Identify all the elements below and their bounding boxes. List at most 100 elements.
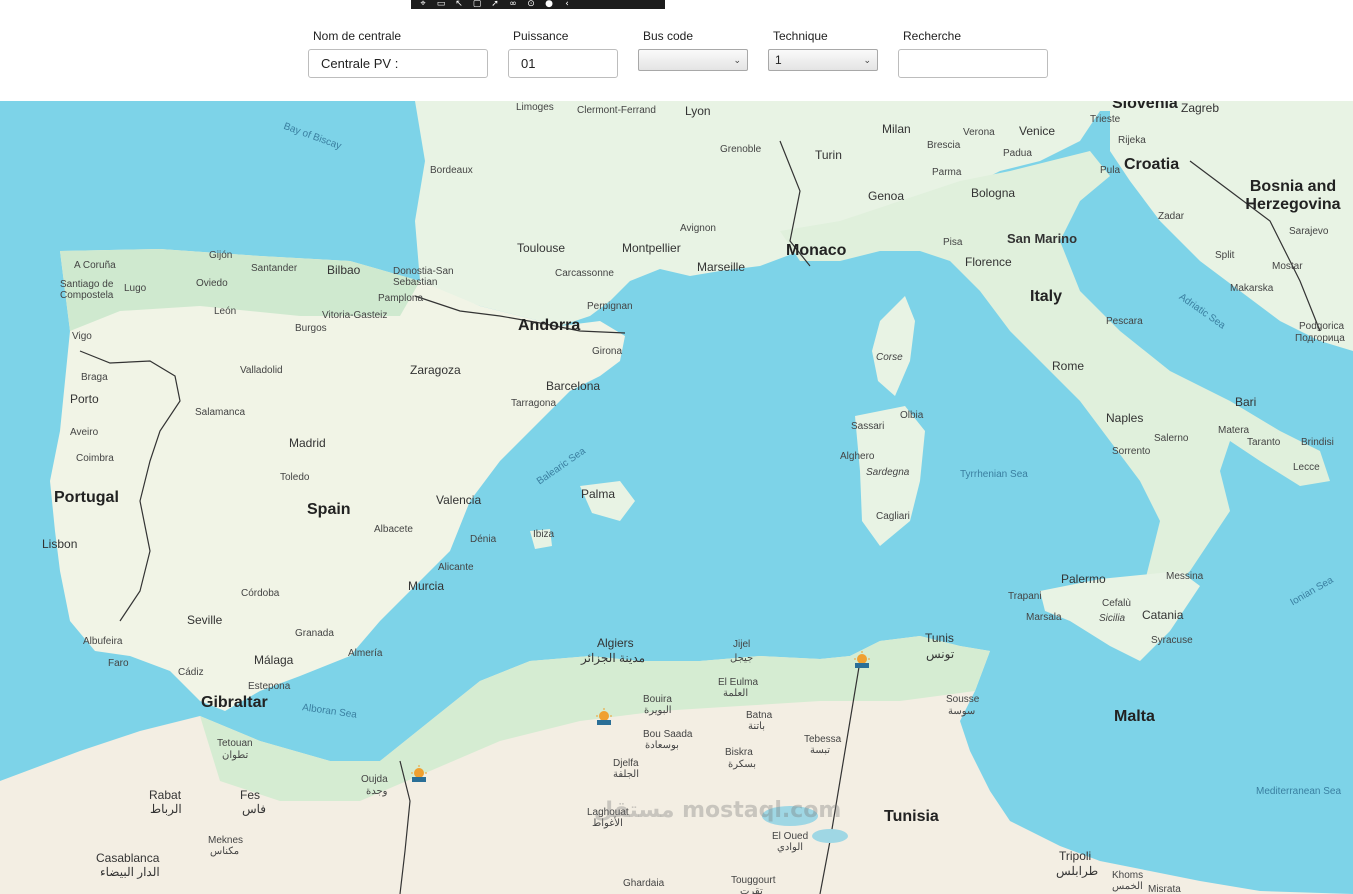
- city-label: Seville: [187, 613, 223, 627]
- city-label: Bou Saada: [643, 729, 693, 740]
- city-label: Vigo: [72, 331, 92, 342]
- city-label: Pamplona: [378, 293, 424, 304]
- city-label: Gijón: [209, 250, 233, 261]
- city-label: Palermo: [1061, 572, 1106, 586]
- city-label: سوسة: [948, 706, 976, 717]
- city-label: Fes: [240, 788, 261, 802]
- city-label: Sassari: [851, 421, 885, 432]
- city-label: Zagreb: [1181, 101, 1220, 115]
- city-label: Montpellier: [622, 241, 681, 255]
- city-label: Braga: [81, 372, 108, 383]
- city-label: Cagliari: [876, 511, 910, 522]
- city-label: جيجل: [730, 653, 754, 664]
- city-label: Albacete: [374, 524, 413, 535]
- city-label: Barcelona: [546, 379, 601, 393]
- city-label: البويرة: [644, 705, 672, 716]
- city-label: Madrid: [289, 436, 326, 450]
- chevron-down-icon: ⌄: [733, 55, 741, 65]
- city-label: بوسعادة: [645, 740, 679, 751]
- city-label: Подгорица: [1295, 333, 1345, 344]
- city-label: تبسة: [810, 745, 831, 756]
- city-label: Perpignan: [587, 301, 633, 312]
- city-label: Almería: [348, 648, 383, 659]
- city-label: العلمة: [723, 688, 749, 699]
- country-label: Malta: [1114, 708, 1155, 725]
- nom-centrale-input[interactable]: [308, 49, 488, 78]
- city-label: Meknes: [208, 835, 244, 846]
- city-label: Trieste: [1090, 114, 1121, 125]
- technique-label: Technique: [773, 29, 828, 43]
- city-label: Biskra: [725, 747, 753, 758]
- city-label: Toledo: [280, 472, 310, 483]
- city-label: Ghardaia: [623, 878, 665, 889]
- recherche-label: Recherche: [903, 29, 962, 43]
- solar-plant-marker[interactable]: [408, 764, 430, 786]
- country-label: Italy: [1030, 288, 1063, 305]
- puissance-label: Puissance: [513, 29, 569, 43]
- city-label: Sorrento: [1112, 446, 1151, 457]
- city-label: Bordeaux: [430, 165, 473, 176]
- city-label: Touggourt: [731, 875, 776, 886]
- city-label: Burgos: [295, 323, 327, 334]
- city-label: Olbia: [900, 410, 924, 421]
- city-label: مدينة الجزائر: [581, 651, 646, 665]
- country-label: Andorra: [518, 317, 581, 334]
- sea-label: Mediterranean Sea: [1256, 786, 1342, 797]
- nom-centrale-label: Nom de centrale: [313, 29, 402, 43]
- sea-label: Tyrrhenian Sea: [960, 469, 1028, 480]
- city-label: Rijeka: [1118, 135, 1146, 146]
- city-label: Dénia: [470, 534, 497, 545]
- city-label: Rome: [1052, 359, 1085, 373]
- technique-select[interactable]: 1 ⌄: [768, 49, 878, 71]
- city-label: León: [214, 306, 237, 317]
- city-label: Tetouan: [217, 738, 253, 749]
- city-label: Corse: [876, 352, 903, 363]
- city-label: Florence: [965, 255, 1012, 269]
- city-label: Faro: [108, 658, 129, 669]
- city-label: Alghero: [840, 451, 875, 462]
- city-label: Batna: [746, 710, 773, 721]
- city-label: Lisbon: [42, 537, 78, 551]
- city-label: Pescara: [1106, 316, 1143, 327]
- country-label: Bosnia and Herzegovina: [1245, 178, 1341, 213]
- city-label: Ibiza: [533, 529, 555, 540]
- map-view[interactable]: Portugal Spain Andorra Monaco Italy Croa…: [0, 101, 1353, 894]
- sun-icon: [411, 765, 427, 782]
- country-label: Tunisia: [884, 808, 939, 825]
- city-label: الوادي: [777, 842, 804, 853]
- city-label: Bologna: [971, 186, 1016, 200]
- recherche-input[interactable]: [898, 49, 1048, 78]
- puissance-input[interactable]: [508, 49, 618, 78]
- city-label: Khoms: [1112, 870, 1144, 881]
- city-label: Zaragoza: [410, 363, 461, 377]
- city-label: Pula: [1100, 165, 1121, 176]
- city-label: Podgorica: [1299, 321, 1345, 332]
- city-label: Jijel: [733, 639, 751, 650]
- watermark: مستقل mostaql.com: [594, 798, 842, 823]
- bus-code-label: Bus code: [643, 29, 694, 43]
- city-label: Murcia: [408, 579, 445, 593]
- city-label: Girona: [592, 346, 623, 357]
- city-label: Sicilia: [1099, 613, 1126, 624]
- city-label: تقرت: [740, 886, 763, 894]
- bus-code-select[interactable]: ⌄: [638, 49, 748, 71]
- city-label: باتنة: [748, 721, 765, 732]
- city-label: Turin: [815, 148, 842, 162]
- city-label: Taranto: [1247, 437, 1281, 448]
- city-label: Rabat: [149, 788, 182, 802]
- city-label: Marsala: [1026, 612, 1062, 623]
- solar-plant-marker[interactable]: [851, 650, 873, 672]
- city-label: Tarragona: [511, 398, 557, 409]
- city-label: Parma: [932, 167, 962, 178]
- city-label: Misrata: [1148, 884, 1181, 894]
- city-label: Trapani: [1008, 591, 1042, 602]
- city-label: Aveiro: [70, 427, 99, 438]
- city-label: Clermont-Ferrand: [577, 105, 656, 116]
- city-label: Genoa: [868, 189, 905, 203]
- country-label: Croatia: [1124, 156, 1180, 173]
- solar-plant-marker[interactable]: [593, 707, 615, 729]
- city-label: Bouira: [643, 694, 672, 705]
- city-label: Cádiz: [178, 667, 204, 678]
- city-label: Split: [1215, 250, 1235, 261]
- city-label: El Eulma: [718, 677, 759, 688]
